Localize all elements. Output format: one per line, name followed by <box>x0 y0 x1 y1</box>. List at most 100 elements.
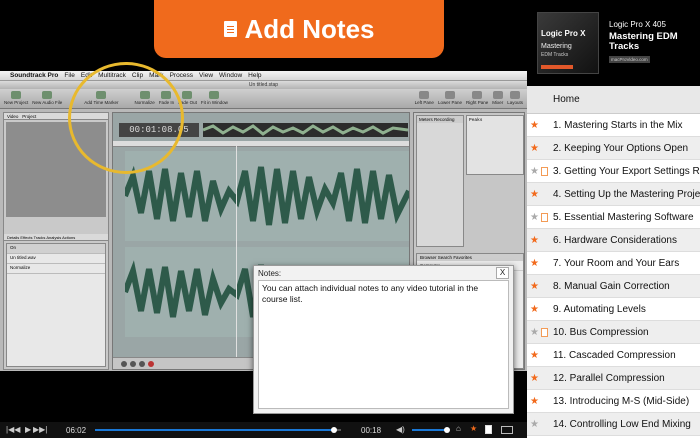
note-icon[interactable] <box>541 213 548 222</box>
lesson-item[interactable]: ★ 1. Mastering Starts in the Mix <box>527 114 700 137</box>
star-icon[interactable]: ★ <box>530 275 540 297</box>
fit-icon <box>209 91 220 99</box>
lesson-item[interactable]: ★ 6. Hardware Considerations <box>527 229 700 252</box>
star-icon[interactable]: ★ <box>530 160 540 182</box>
tab-recording[interactable]: Recording <box>434 117 455 122</box>
home-icon[interactable]: ⌂ <box>456 424 461 433</box>
course-cover: Logic Pro X Mastering EDM Tracks <box>537 12 599 74</box>
star-icon[interactable]: ★ <box>530 298 540 320</box>
star-icon[interactable]: ★ <box>530 114 540 136</box>
menu-view[interactable]: View <box>199 72 213 79</box>
star-icon[interactable]: ★ <box>530 183 540 205</box>
lesson-item[interactable]: ★ 13. Introducing M-S (Mid-Side) <box>527 390 700 413</box>
tab-favorites[interactable]: Favorites <box>453 255 472 260</box>
course-header: Logic Pro X Mastering EDM Tracks Logic P… <box>527 0 700 86</box>
note-icon[interactable] <box>541 167 548 176</box>
notes-close-button[interactable]: X <box>496 267 509 279</box>
tab-tracks[interactable]: Tracks <box>34 235 46 240</box>
volume-slider[interactable] <box>412 429 448 431</box>
lesson-item[interactable]: ★ 2. Keeping Your Options Open <box>527 137 700 160</box>
tab-analysis[interactable]: Analysis <box>46 235 61 240</box>
add-notes-banner: Add Notes <box>154 0 444 58</box>
fullscreen-icon[interactable] <box>501 426 513 434</box>
note-icon[interactable] <box>541 328 548 337</box>
menu-file[interactable]: File <box>64 72 74 79</box>
new-project-button[interactable]: New Project <box>4 91 28 106</box>
action-item[interactable]: Normalize <box>7 264 105 274</box>
new-audio-file-button[interactable]: New Audio File <box>32 91 62 106</box>
course-title: Mastering EDM Tracks <box>609 31 678 53</box>
lesson-item[interactable]: ★ 3. Getting Your Export Settings Right <box>527 160 700 183</box>
star-icon[interactable]: ★ <box>470 424 477 433</box>
lesson-label: 3. Getting Your Export Settings Right <box>553 166 700 177</box>
lower-pane-button[interactable]: Lower Pane <box>438 91 462 106</box>
tab-search[interactable]: Search <box>438 255 452 260</box>
remaining-time: 00:18 <box>361 426 382 435</box>
peaks-panel: Peaks <box>466 115 524 175</box>
audio-file-icon <box>42 91 53 99</box>
lesson-item[interactable]: ★ 8. Manual Gain Correction <box>527 275 700 298</box>
star-icon[interactable]: ★ <box>530 137 540 159</box>
playhead[interactable] <box>236 143 237 358</box>
tab-actions[interactable]: Actions <box>62 235 75 240</box>
tab-effects[interactable]: Effects <box>20 235 32 240</box>
cover-line-1: Logic Pro X <box>541 29 586 38</box>
tab-meters[interactable]: Meters <box>419 117 433 122</box>
lesson-item[interactable]: ★ 11. Cascaded Compression <box>527 344 700 367</box>
rewind-icon[interactable] <box>121 360 127 367</box>
waveform-overview[interactable] <box>202 123 409 137</box>
layouts-button[interactable]: Layouts <box>507 91 523 106</box>
progress-bar[interactable] <box>95 427 341 433</box>
lesson-item[interactable]: ★ 7. Your Room and Your Ears <box>527 252 700 275</box>
waveform-channel-left[interactable] <box>122 151 412 241</box>
skip-forward-icon[interactable]: ▶▶| <box>33 425 47 434</box>
play-button[interactable]: ▶ <box>25 425 31 434</box>
app-name[interactable]: Soundtrack Pro <box>10 72 58 79</box>
star-icon[interactable]: ★ <box>530 390 540 412</box>
menu-help[interactable]: Help <box>248 72 261 79</box>
notes-icon[interactable] <box>485 425 492 434</box>
tab-details[interactable]: Details <box>7 235 19 240</box>
volume-knob[interactable] <box>444 427 450 433</box>
lesson-label: 1. Mastering Starts in the Mix <box>553 120 683 131</box>
menu-process[interactable]: Process <box>170 72 193 79</box>
star-icon[interactable]: ★ <box>530 344 540 366</box>
lesson-item[interactable]: ★ 12. Parallel Compression <box>527 367 700 390</box>
skip-back-icon[interactable]: |◀◀ <box>6 425 20 434</box>
volume-icon[interactable]: ◀) <box>396 425 405 434</box>
tab-project[interactable]: Project <box>22 114 36 119</box>
menu-window[interactable]: Window <box>219 72 242 79</box>
stop-icon[interactable] <box>139 360 145 367</box>
star-icon[interactable]: ★ <box>530 252 540 274</box>
lesson-item[interactable]: ★ 5. Essential Mastering Software <box>527 206 700 229</box>
notes-textarea[interactable]: You can attach individual notes to any v… <box>258 280 509 409</box>
home-item[interactable]: Home <box>527 86 700 114</box>
player-controls: |◀◀ ▶ ▶▶| 06:02 00:18 ◀) ⌂ ★ <box>0 422 527 438</box>
record-icon[interactable] <box>148 360 154 367</box>
star-icon[interactable]: ★ <box>530 413 540 435</box>
progress-knob[interactable] <box>330 427 337 433</box>
action-item[interactable]: Un titled.wav <box>7 254 105 264</box>
tab-browser[interactable]: Browser <box>420 255 437 260</box>
right-pane-button[interactable]: Right Pane <box>466 91 488 106</box>
left-pane-button[interactable]: Left Pane <box>415 91 434 106</box>
lesson-label: 9. Automating Levels <box>553 304 646 315</box>
lesson-item[interactable]: ★ 4. Setting Up the Mastering Project <box>527 183 700 206</box>
actions-list: On Un titled.wav Normalize <box>6 243 106 367</box>
app-menubar: Soundtrack Pro File Edit Multitrack Clip… <box>0 71 527 81</box>
mixer-button[interactable]: Mixer <box>492 91 503 106</box>
tab-video[interactable]: Video <box>7 114 18 119</box>
lesson-item[interactable]: ★ 9. Automating Levels <box>527 298 700 321</box>
lesson-item[interactable]: ★ 10. Bus Compression <box>527 321 700 344</box>
lesson-item[interactable]: ★ 14. Controlling Low End Mixing <box>527 413 700 436</box>
overview-wave <box>202 123 409 137</box>
star-icon[interactable]: ★ <box>530 206 540 228</box>
star-icon[interactable]: ★ <box>530 321 540 343</box>
course-series: Logic Pro X 405 <box>609 20 666 29</box>
lesson-label: 7. Your Room and Your Ears <box>553 258 680 269</box>
play-icon[interactable] <box>130 360 136 367</box>
cover-line-2: Mastering <box>541 43 572 50</box>
star-icon[interactable]: ★ <box>530 229 540 251</box>
star-icon[interactable]: ★ <box>530 367 540 389</box>
fit-in-window-button[interactable]: Fit in Window <box>201 91 228 106</box>
